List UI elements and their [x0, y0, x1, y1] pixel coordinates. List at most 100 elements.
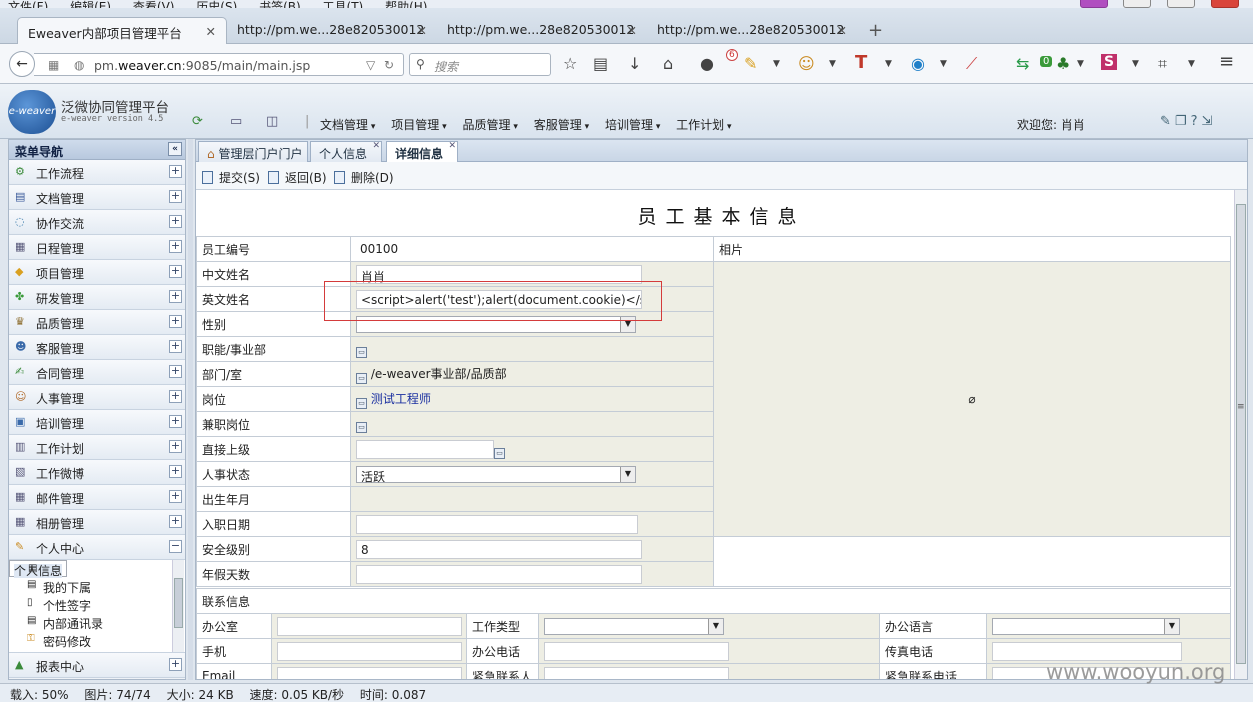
subitem-profile[interactable]: ▤ 个人信息 — [9, 560, 68, 578]
dropdown-arrow-icon[interactable]: ▼ — [773, 59, 780, 69]
expand-icon[interactable]: + — [169, 340, 182, 353]
exit-icon[interactable]: ⇲ — [1201, 114, 1216, 129]
url-bar[interactable]: ▦ ◍ pm.weaver.cn:9085/main/main.jsp ▽ ↻ — [34, 53, 404, 76]
reading-list-icon[interactable]: ▤ — [593, 54, 608, 73]
profile-button[interactable] — [1079, 0, 1108, 8]
fax-input[interactable] — [992, 641, 1182, 661]
subitem-signature[interactable]: ▯ 个性签字 — [9, 595, 185, 613]
top-menu-quality[interactable]: 品质管理 — [462, 118, 517, 132]
security-input[interactable]: 8 — [356, 539, 642, 559]
addon-icon[interactable]: ✎ — [744, 54, 757, 73]
search-input[interactable]: ⚲ 搜索 — [409, 53, 551, 76]
top-menu-training[interactable]: 培训管理 — [605, 118, 660, 132]
help-icon[interactable]: ? — [1191, 114, 1202, 129]
expand-icon[interactable]: + — [169, 415, 182, 428]
new-tab-button[interactable]: + — [868, 20, 883, 41]
delete-button[interactable]: 删除(D) — [334, 169, 394, 186]
dropdown-arrow-icon[interactable]: ▼ — [1188, 59, 1195, 69]
refresh-icon[interactable]: ⟳ — [192, 114, 203, 129]
sidebar-item-hr[interactable]: ☺ 人事管理 + — [9, 385, 185, 410]
bookmark-star-icon[interactable]: ☆ — [563, 54, 577, 73]
collapse-sidebar-icon[interactable]: « — [168, 142, 182, 156]
emergency-contact-input[interactable] — [544, 666, 729, 679]
edit-icon[interactable]: ✎ — [1160, 114, 1175, 129]
browse-icon[interactable]: ▭ — [356, 346, 367, 358]
sidebar-item-workflow[interactable]: ⚙ 工作流程 + — [9, 160, 185, 185]
browse-icon[interactable]: ▭ — [356, 372, 367, 384]
expand-icon[interactable]: + — [169, 215, 182, 228]
position-link[interactable]: 测试工程师 — [371, 392, 431, 406]
expand-icon[interactable]: + — [169, 265, 182, 278]
subitem-directory[interactable]: ▤ 内部通讯录 — [9, 613, 185, 631]
dropdown-arrow-icon[interactable]: ▼ — [829, 59, 836, 69]
mobile-input[interactable] — [277, 641, 462, 661]
sidebar-item-reports[interactable]: ▲ 报表中心 + — [9, 653, 185, 678]
download-icon[interactable]: ↓ — [628, 54, 641, 73]
copy-icon[interactable]: ❐ — [1175, 114, 1191, 129]
browser-tab-4[interactable]: http://pm.we...28e820530012 ✕ — [647, 17, 857, 44]
expand-icon[interactable]: + — [169, 490, 182, 503]
work-type-select[interactable]: ▼ — [544, 617, 724, 635]
top-menu-plan[interactable]: 工作计划 — [676, 118, 731, 132]
back-form-button[interactable]: 返回(B) — [268, 169, 327, 186]
sidebar-item-album[interactable]: ▦ 相册管理 + — [9, 510, 185, 535]
dropdown-arrow-icon[interactable]: ▼ — [1077, 59, 1084, 69]
sidebar-item-training[interactable]: ▣ 培训管理 + — [9, 410, 185, 435]
expand-icon[interactable]: + — [169, 658, 182, 671]
sidebar-item-customer[interactable]: ☻ 客服管理 + — [9, 335, 185, 360]
top-menu-docs[interactable]: 文档管理 — [320, 118, 375, 132]
office-input[interactable] — [277, 616, 462, 636]
ie-tab-icon[interactable]: ◉ — [911, 54, 925, 73]
layout-icon[interactable]: ◫ — [266, 114, 278, 129]
minimize-button[interactable] — [1123, 0, 1152, 8]
subpanel-scrollbar[interactable] — [172, 560, 184, 652]
dropdown-arrow-icon[interactable]: ▼ — [1132, 59, 1139, 69]
expand-icon[interactable]: + — [169, 290, 182, 303]
monkey-icon[interactable]: ☺ — [798, 54, 815, 73]
submit-button[interactable]: 提交(S) — [202, 169, 260, 186]
expand-icon[interactable]: + — [169, 390, 182, 403]
dropdown-arrow-icon[interactable]: ▽ — [366, 58, 375, 72]
expand-icon[interactable]: + — [169, 515, 182, 528]
back-button[interactable]: ← — [9, 51, 35, 77]
expand-icon[interactable]: + — [169, 165, 182, 178]
maximize-button[interactable] — [1167, 0, 1196, 8]
sidebar-item-rd[interactable]: ✤ 研发管理 + — [9, 285, 185, 310]
browse-icon[interactable]: ▭ — [356, 421, 367, 433]
vacation-input[interactable] — [356, 564, 642, 584]
browser-tab-2[interactable]: http://pm.we...28e820530012 ✕ — [227, 17, 437, 44]
subitem-subordinates[interactable]: ▤ 我的下属 — [9, 577, 185, 595]
browser-tab-1[interactable]: Eweaver内部项目管理平台 ✕ — [17, 17, 227, 44]
sync-icon[interactable]: ⇆ — [1016, 54, 1029, 73]
close-window-button[interactable] — [1211, 0, 1239, 8]
scrollbar-thumb[interactable] — [1236, 204, 1246, 664]
office-phone-input[interactable] — [544, 641, 729, 661]
attachment-icon[interactable]: ⌀ — [968, 392, 975, 406]
close-tab-icon[interactable]: ✕ — [837, 23, 847, 38]
text-tool-icon[interactable]: T — [855, 52, 867, 73]
close-tab-icon[interactable]: ✕ — [448, 141, 456, 151]
expand-icon[interactable]: + — [169, 240, 182, 253]
expand-icon[interactable]: + — [169, 190, 182, 203]
dropdown-arrow-icon[interactable]: ▼ — [885, 59, 892, 69]
graph-icon[interactable]: ⟋ — [966, 54, 977, 74]
frog-icon[interactable]: ♣ — [1056, 54, 1070, 73]
collapse-icon[interactable]: − — [169, 540, 182, 553]
tab-personal-info[interactable]: 个人信息 ✕ — [310, 141, 382, 162]
browser-tab-3[interactable]: http://pm.we...28e820530012 ✕ — [437, 17, 647, 44]
expand-icon[interactable]: + — [169, 315, 182, 328]
browse-icon[interactable]: ▭ — [356, 397, 367, 409]
join-date-input[interactable] — [356, 514, 638, 534]
subitem-password[interactable]: ⚿ 密码修改 — [9, 631, 185, 649]
sidebar-item-projects[interactable]: ◆ 项目管理 + — [9, 260, 185, 285]
close-tab-icon[interactable]: ✕ — [627, 23, 637, 38]
home-icon[interactable]: ⌂ — [663, 54, 673, 73]
close-tab-icon[interactable]: ✕ — [372, 141, 380, 151]
tab-portal[interactable]: ⌂ 管理层门户门户 — [198, 141, 308, 162]
sidebar-splitter[interactable] — [188, 139, 193, 680]
scrollbar-thumb[interactable] — [174, 578, 183, 628]
expand-icon[interactable]: + — [169, 465, 182, 478]
main-scrollbar[interactable]: ≡ — [1234, 190, 1247, 679]
tab-details[interactable]: 详细信息 ✕ — [386, 141, 458, 162]
sidebar-item-chat[interactable]: ◌ 协作交流 + — [9, 210, 185, 235]
